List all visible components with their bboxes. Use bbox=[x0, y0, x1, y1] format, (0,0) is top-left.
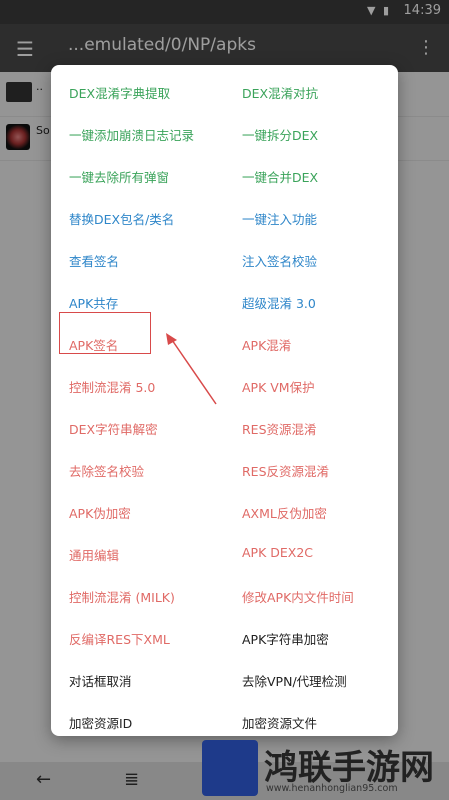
menu-item[interactable]: 一键去除所有弹窗 bbox=[69, 167, 169, 186]
menu-item[interactable]: 替换DEX包名/类名 bbox=[69, 209, 174, 228]
menu-item[interactable]: 一键拆分DEX bbox=[242, 125, 318, 144]
menu-item[interactable]: RES资源混淆 bbox=[242, 419, 317, 438]
watermark-text: 鸿联手游网 bbox=[264, 748, 434, 788]
menu-item[interactable]: 一键注入功能 bbox=[242, 209, 317, 228]
menu-item[interactable]: DEX字符串解密 bbox=[69, 419, 158, 438]
menu-item[interactable]: APK VM保护 bbox=[242, 377, 315, 396]
menu-item[interactable]: 注入签名校验 bbox=[242, 251, 317, 270]
menu-item[interactable]: 一键合并DEX bbox=[242, 167, 318, 186]
menu-item[interactable]: 超级混淆 3.0 bbox=[242, 293, 316, 312]
menu-item[interactable]: 去除签名校验 bbox=[69, 461, 144, 480]
menu-item[interactable]: APK伪加密 bbox=[69, 503, 131, 522]
menu-item[interactable]: 修改APK内文件时间 bbox=[242, 587, 354, 606]
options-dialog: DEX混淆字典提取 DEX混淆对抗一键添加崩溃日志记录 一键拆分DEX 一键去除所有弹… bbox=[51, 65, 398, 736]
menu-item[interactable]: 反编译RES下XML bbox=[69, 629, 170, 648]
menu-item[interactable]: 查看签名 bbox=[69, 251, 119, 270]
menu-item[interactable]: DEX混淆对抗 bbox=[242, 83, 318, 102]
menu-item[interactable]: 控制流混淆 (MILK) bbox=[69, 587, 175, 606]
menu-item[interactable]: 一键添加崩溃日志记录 bbox=[69, 125, 194, 144]
menu-item[interactable]: DEX混淆字典提取 bbox=[69, 83, 170, 102]
menu-item[interactable]: AXML反伪加密 bbox=[242, 503, 327, 522]
menu-item[interactable]: 去除VPN/代理检测 bbox=[242, 671, 347, 690]
menu-item[interactable]: APK字符串加密 bbox=[242, 629, 329, 648]
menu-item[interactable]: APK共存 bbox=[69, 293, 118, 312]
menu-item[interactable]: 加密资源文件 bbox=[242, 713, 317, 732]
menu-item[interactable]: APK签名 bbox=[69, 335, 118, 354]
watermark-url: www.henanhonglian95.com bbox=[266, 783, 398, 794]
menu-item[interactable]: 控制流混淆 5.0 bbox=[69, 377, 155, 396]
menu-item[interactable]: 通用编辑 bbox=[69, 545, 119, 564]
menu-item[interactable]: 对话框取消 bbox=[69, 671, 132, 690]
watermark-logo bbox=[202, 740, 258, 796]
menu-item[interactable]: APK DEX2C bbox=[242, 545, 313, 560]
menu-item[interactable]: 加密资源ID bbox=[69, 713, 132, 732]
menu-item[interactable]: APK混淆 bbox=[242, 335, 291, 354]
menu-item[interactable]: RES反资源混淆 bbox=[242, 461, 329, 480]
